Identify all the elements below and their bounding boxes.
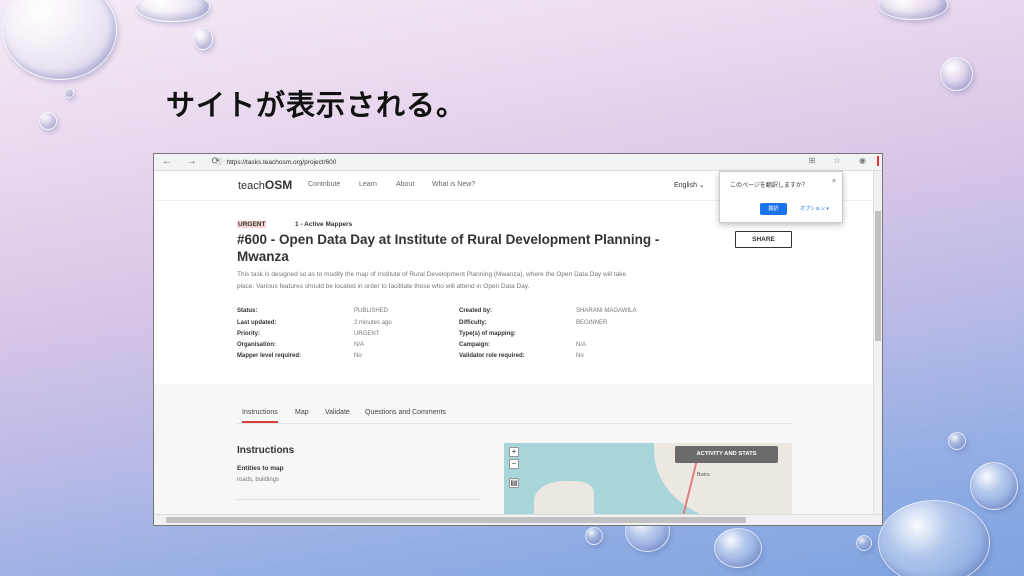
slide-title: サイトが表示される。 (166, 88, 467, 122)
meta-value: N/A (354, 342, 365, 348)
nav-contribute[interactable]: Contribute (308, 181, 340, 188)
task-map[interactable]: + − ▤ ACTIVITY AND STATS Bwiru (504, 443, 792, 516)
water-drop (39, 112, 57, 130)
browser-toolbar: ← → ⟳ ⓘ https://tasks.teachosm.org/projec… (154, 154, 882, 171)
nav-what-is-new[interactable]: What is New? (432, 181, 475, 188)
meta-value: No (576, 353, 584, 359)
activity-and-stats-button[interactable]: ACTIVITY AND STATS (675, 446, 778, 463)
meta-value: BEGINNER (576, 320, 608, 326)
close-icon[interactable]: × (832, 178, 836, 185)
water-drop (940, 57, 973, 91)
meta-value: SHARANI MAGAWILA (576, 308, 637, 314)
meta-value: PUBLISHED (354, 308, 389, 314)
instructions-heading: Instructions (237, 445, 295, 456)
water-drop (878, 0, 948, 20)
translate-message: このページを翻訳しますか？ (730, 183, 808, 189)
tab-instructions[interactable]: Instructions (242, 409, 278, 423)
project-description: This task is designed so as to modify th… (237, 271, 627, 290)
info-icon: ⓘ (216, 159, 223, 166)
tab-map[interactable]: Map (295, 409, 309, 416)
layers-icon[interactable]: ▤ (509, 478, 519, 488)
share-button[interactable]: SHARE (735, 231, 792, 248)
water-drop (64, 88, 74, 98)
project-title: #600 - Open Data Day at Institute of Rur… (237, 232, 660, 264)
meta-label: Last updated: (237, 320, 277, 326)
url-text: https://tasks.teachosm.org/project/600 (226, 159, 337, 166)
water-drop (878, 500, 990, 576)
meta-label: Type(s) of mapping: (459, 331, 516, 337)
teachosm-logo[interactable]: teachOSM (238, 178, 292, 192)
water-drop (135, 0, 210, 22)
tab-questions-and-comments[interactable]: Questions and Comments (365, 409, 446, 416)
project-details-section: Instructions Map Validate Questions and … (154, 384, 875, 516)
window-edge (877, 156, 879, 166)
priority-badge: URGENT (237, 221, 267, 228)
map-island (534, 481, 594, 516)
zoom-in-button[interactable]: + (509, 447, 519, 457)
water-drop (714, 528, 762, 568)
meta-label: Difficulty: (459, 320, 487, 326)
meta-label: Campaign: (459, 342, 491, 348)
horizontal-scrollbar[interactable] (154, 514, 882, 525)
tab-validate[interactable]: Validate (325, 409, 350, 416)
project-summary: URGENT 1 - Active Mappers #600 - Open Da… (154, 201, 875, 384)
meta-value: URGENT (354, 331, 380, 337)
entities-heading: Entities to map (237, 465, 284, 472)
scrollbar-thumb[interactable] (166, 517, 746, 523)
meta-label: Organisation: (237, 342, 277, 348)
meta-label: Created by: (459, 308, 493, 314)
options-dropdown[interactable]: オプション ▾ (800, 205, 829, 212)
meta-label: Priority: (237, 331, 261, 337)
browser-action-icons[interactable]: ⊞ ☆ ◉ (809, 156, 874, 165)
tab-divider (237, 423, 792, 424)
browser-window: ← → ⟳ ⓘ https://tasks.teachosm.org/projec… (153, 153, 883, 526)
active-mappers: 1 - Active Mappers (295, 221, 353, 228)
water-drop (948, 432, 966, 450)
meta-value: N/A (576, 342, 587, 348)
water-drop (585, 527, 603, 545)
meta-label: Validator role required: (459, 353, 525, 359)
scrollbar-thumb[interactable] (875, 211, 881, 341)
translate-button[interactable]: 翻訳 (760, 203, 787, 215)
language-select[interactable]: English ⌄ (674, 181, 705, 189)
nav-about[interactable]: About (396, 181, 414, 188)
meta-label: Status: (237, 308, 258, 314)
map-place-label: Bwiru (697, 472, 710, 478)
meta-value: 2 minutes ago (354, 320, 392, 326)
divider (237, 499, 481, 500)
water-drop (970, 462, 1018, 510)
vertical-scrollbar[interactable] (873, 171, 882, 516)
water-drop (2, 0, 117, 80)
water-drop (193, 27, 213, 50)
nav-learn[interactable]: Learn (359, 181, 377, 188)
translate-popup: このページを翻訳しますか？ × 翻訳 オプション ▾ (719, 171, 843, 223)
meta-label: Mapper level required: (237, 353, 302, 359)
water-drop (856, 535, 872, 551)
address-bar[interactable]: ⓘ https://tasks.teachosm.org/project/600 (216, 157, 816, 168)
entities-value: roads, buildings (237, 477, 280, 483)
zoom-out-button[interactable]: − (509, 459, 519, 469)
meta-value: No (354, 353, 362, 359)
